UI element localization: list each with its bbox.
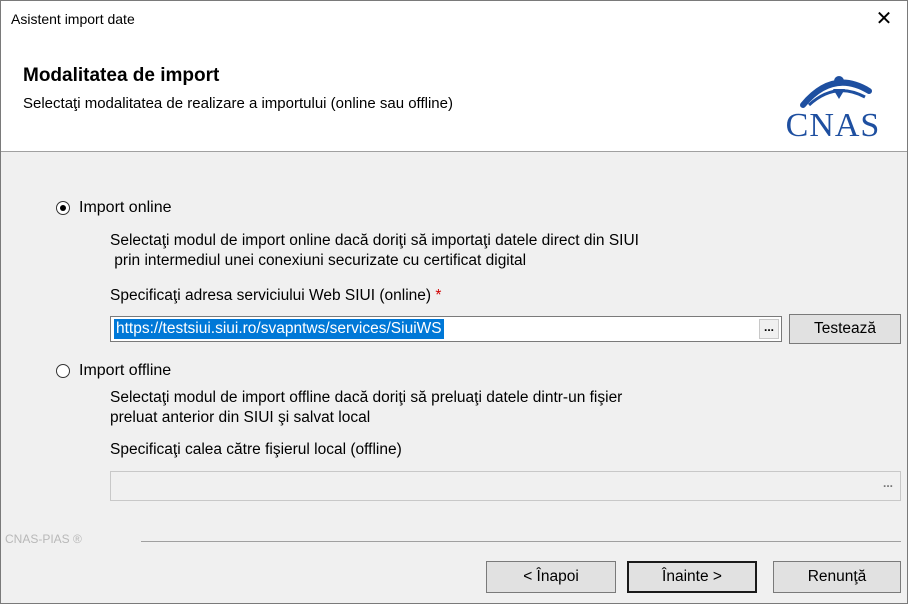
import-wizard-window: Asistent import date ✕ Modalitatea de im…: [0, 0, 908, 604]
cnas-logo: CNAS: [773, 65, 893, 145]
close-icon[interactable]: ✕: [869, 5, 899, 33]
import-online-label: Import online: [79, 199, 172, 216]
online-url-label: Specificaţi adresa serviciului Web SIUI …: [110, 287, 441, 305]
import-online-description: Selectaţi modul de import online dacă do…: [110, 231, 639, 271]
online-url-label-text: Specificaţi adresa serviciului Web SIUI …: [110, 287, 432, 304]
back-button[interactable]: < Înapoi: [486, 561, 616, 593]
import-online-description-line1: Selectaţi modul de import online dacă do…: [110, 232, 639, 249]
footer-divider: [141, 541, 901, 542]
window-title: Asistent import date: [11, 11, 135, 27]
import-offline-option[interactable]: Import offline: [56, 362, 171, 380]
cnas-logo-emblem-icon: [800, 76, 872, 108]
import-offline-description-line1: Selectaţi modul de import offline dacă d…: [110, 389, 623, 406]
next-button[interactable]: Înainte >: [627, 561, 757, 593]
required-marker: *: [435, 287, 442, 304]
page-title: Modalitatea de import: [23, 65, 220, 86]
wizard-body: Import online Selectaţi modul de import …: [1, 152, 907, 603]
cancel-button[interactable]: Renunţă: [773, 561, 901, 593]
cnas-logo-text: CNAS: [785, 107, 881, 144]
import-online-radio[interactable]: [56, 201, 70, 215]
footer-brand: CNAS-PIAS ®: [5, 532, 82, 546]
offline-path-label: Specificaţi calea către fişierul local (…: [110, 441, 402, 458]
page-subtitle: Selectaţi modalitatea de realizare a imp…: [23, 95, 453, 112]
offline-path-browse-button[interactable]: ...: [878, 476, 898, 496]
test-connection-button[interactable]: Testează: [789, 314, 901, 344]
import-online-option[interactable]: Import online: [56, 199, 172, 217]
online-url-browse-button[interactable]: ...: [759, 319, 779, 339]
import-offline-label: Import offline: [79, 362, 172, 379]
title-bar: Asistent import date ✕: [1, 1, 907, 37]
online-url-value[interactable]: https://testsiui.siui.ro/svapntws/servic…: [114, 319, 444, 339]
import-offline-radio[interactable]: [56, 364, 70, 378]
import-online-description-line2: prin intermediul unei conexiuni securiza…: [110, 252, 527, 269]
wizard-header: Modalitatea de import Selectaţi modalita…: [1, 37, 907, 152]
offline-path-field[interactable]: ...: [110, 471, 901, 501]
import-offline-description-line2: preluat anterior din SIUI şi salvat loca…: [110, 409, 371, 426]
online-url-field[interactable]: https://testsiui.siui.ro/svapntws/servic…: [110, 316, 782, 342]
import-offline-description: Selectaţi modul de import offline dacă d…: [110, 388, 622, 428]
